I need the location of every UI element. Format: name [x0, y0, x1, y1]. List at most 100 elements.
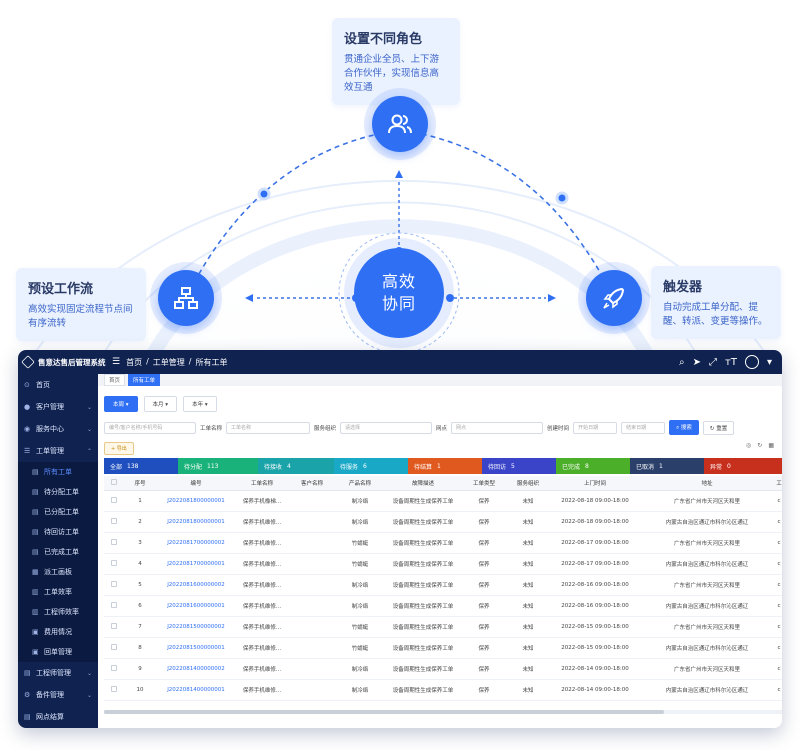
breadcrumb-ticket[interactable]: 工单管理	[153, 357, 185, 368]
row-checkbox[interactable]	[111, 664, 117, 671]
ticket-id-link[interactable]: J2022081400000001	[156, 679, 236, 701]
sidebar-item-customer[interactable]: ● 客户管理 ⌄	[18, 396, 98, 418]
select-all-checkbox[interactable]	[111, 478, 117, 485]
status-label: 已完成	[562, 463, 581, 471]
cost-icon: ▣	[32, 628, 39, 636]
table-row[interactable]: 9 J2022081400000002 保养手机维修... 制冷络 设备周期性生成保养工…	[104, 658, 782, 680]
search-icon[interactable]: ◎	[746, 442, 751, 449]
row-checkbox[interactable]	[111, 685, 117, 692]
scrollbar-thumb[interactable]	[104, 710, 664, 714]
row-checkbox[interactable]	[111, 517, 117, 524]
sidebar-item-parts[interactable]: ⚙ 备件管理 ⌄	[18, 684, 98, 706]
sidebar-item-cost[interactable]: ▣ 费用情况	[18, 622, 98, 642]
table-row[interactable]: 6 J2022081600000001 保养手机维修... 制冷络 设备周期性生成保养工…	[104, 595, 782, 617]
week-filter-button[interactable]: 本周 ▾	[104, 396, 138, 412]
row-checkbox-cell	[104, 637, 124, 659]
time-label: 创建时间	[547, 425, 570, 432]
keyword-input[interactable]: 编号/客户名称/手机号码	[104, 421, 196, 434]
sidebar-item-engineer[interactable]: ▤ 工程师管理 ⌄	[18, 662, 98, 684]
ticket-id-link[interactable]: J2022081400000002	[156, 658, 236, 680]
refresh-icon[interactable]: ↻	[757, 442, 762, 449]
chevron-down-icon[interactable]: ▾	[767, 357, 772, 368]
start-date-input[interactable]: 开始日期	[573, 421, 618, 434]
site-input[interactable]: 网点	[451, 421, 544, 434]
table-row[interactable]: 10 J2022081400000001 保养手机维修... 制冷络 设备周期性生成保养…	[104, 679, 782, 701]
status-segment[interactable]: 已完成 8	[556, 458, 630, 474]
fullscreen-icon[interactable]: ⤢	[709, 357, 717, 368]
table-cell: 未知	[506, 532, 550, 554]
row-checkbox[interactable]	[111, 559, 117, 566]
breadcrumb-home[interactable]: 首页	[126, 357, 142, 368]
row-checkbox[interactable]	[111, 643, 117, 650]
table-cell: 保养	[462, 637, 506, 659]
export-button[interactable]: + 导出	[104, 442, 134, 455]
avatar[interactable]	[744, 355, 759, 369]
table-row[interactable]: 5 J2022081600000002 保养手机维修... 制冷络 设备周期性生成保养工…	[104, 574, 782, 596]
row-checkbox[interactable]	[111, 496, 117, 503]
sidebar-item-revisit[interactable]: ▤ 待回访工单	[18, 522, 98, 542]
horizontal-scrollbar[interactable]	[104, 710, 782, 714]
font-size-icon[interactable]: ᴛT	[725, 357, 737, 368]
sidebar-item-done[interactable]: ▤ 已完成工单	[18, 542, 98, 562]
tab-home[interactable]: 首页	[104, 374, 126, 386]
tab-all-tickets[interactable]: 所有工单	[128, 374, 161, 386]
ticket-id-link[interactable]: J2022081800000001	[156, 490, 236, 512]
status-segment[interactable]: 全部 138	[104, 458, 178, 474]
year-filter-button[interactable]: 本年 ▾	[183, 396, 217, 412]
columns-icon[interactable]: ▦	[768, 442, 774, 449]
sidebar-item-unassigned[interactable]: ▤ 待分配工单	[18, 482, 98, 502]
table-cell: 内蒙古自治区通辽市科尔沁区通辽	[640, 511, 774, 533]
table-row[interactable]: 1 J2022081800000001 保养手机橡梯... 制冷络 设备周期性生成保养工…	[104, 490, 782, 512]
menu-toggle-icon[interactable]: ☰	[112, 357, 120, 367]
status-segment[interactable]: 异常 0	[704, 458, 782, 474]
search-icon[interactable]: ⌕	[679, 357, 685, 368]
sidebar-item-ticket[interactable]: ☰ 工单管理 ⌃	[18, 440, 98, 462]
sidebar-item-home[interactable]: ⊙ 首页	[18, 374, 98, 396]
ticket-id-link[interactable]: J2022081600000002	[156, 574, 236, 596]
name-label: 工单名称	[200, 425, 223, 432]
month-filter-button[interactable]: 本月 ▾	[143, 396, 178, 412]
ticket-id-link[interactable]: J2022081500000001	[156, 637, 236, 659]
send-icon[interactable]: ➤	[693, 357, 701, 368]
search-button[interactable]: ⌕ 搜索	[669, 420, 699, 435]
ticket-name-input[interactable]: 工单名称	[226, 421, 311, 434]
sidebar-item-dispatch-board[interactable]: ▦ 派工画板	[18, 562, 98, 582]
status-segment[interactable]: 待接收 4	[258, 458, 334, 474]
ticket-id-link[interactable]: J2022081800000001	[156, 511, 236, 533]
row-checkbox[interactable]	[111, 601, 117, 608]
table-row[interactable]: 4 J2022081700000001 保养手机维修... 竹蜻蜓 设备周期性生成保养工…	[104, 553, 782, 575]
export-label: 导出	[116, 446, 127, 452]
status-segment[interactable]: 待回访 5	[482, 458, 556, 474]
row-checkbox[interactable]	[111, 538, 117, 545]
ticket-id-link[interactable]: J2022081700000001	[156, 553, 236, 575]
status-segment[interactable]: 待服务 6	[334, 458, 408, 474]
table-row[interactable]: 8 J2022081500000001 保养手机维修... 竹蜻蜓 设备周期性生成保养工…	[104, 637, 782, 659]
status-segment[interactable]: 已取消 1	[630, 458, 704, 474]
sidebar-item-all-tickets[interactable]: ▤ 所有工单	[18, 462, 98, 482]
table-row[interactable]: 7 J2022081500000002 保养手机维修... 竹蜻蜓 设备周期性生成保养工…	[104, 616, 782, 638]
sidebar-label: 费用情况	[44, 628, 72, 636]
sidebar-item-assigned[interactable]: ▤ 已分配工单	[18, 502, 98, 522]
ticket-table: 序号 编号 工单名称 客户名称 产品名称 故障描述 工单类型 服务组织 上门时间 地址工 1 J20…	[104, 476, 782, 701]
ticket-id-link[interactable]: J2022081500000002	[156, 616, 236, 638]
end-date-input[interactable]: 结束日期	[621, 421, 666, 434]
org-select[interactable]: 请选择	[340, 421, 433, 434]
table-row[interactable]: 2 J2022081800000001 保养手机维修... 制冷络 设备周期性生成保养工…	[104, 511, 782, 533]
status-segment[interactable]: 待结算 1	[408, 458, 482, 474]
table-cell: 保养	[462, 553, 506, 575]
table-cell: 保养手机橡梯...	[236, 490, 288, 512]
sidebar-item-engineer-efficiency[interactable]: ▥ 工程师效率	[18, 602, 98, 622]
sidebar-item-settlement[interactable]: ▤ 网点结算	[18, 706, 98, 728]
ticket-id-link[interactable]: J2022081700000002	[156, 532, 236, 554]
sidebar-item-receipts[interactable]: ▣ 回单管理	[18, 642, 98, 662]
status-segment[interactable]: 待分配 113	[178, 458, 258, 474]
ticket-id-link[interactable]: J2022081600000001	[156, 595, 236, 617]
sidebar-item-ticket-efficiency[interactable]: ▥ 工单效率	[18, 582, 98, 602]
row-checkbox[interactable]	[111, 580, 117, 587]
table-row[interactable]: 3 J2022081700000002 保养手机维修... 竹蜻蜓 设备周期性生成保养工…	[104, 532, 782, 554]
list-icon: ▤	[32, 508, 39, 516]
reset-button[interactable]: ↻ 重置	[702, 420, 735, 435]
row-checkbox[interactable]	[111, 622, 117, 629]
sidebar-item-service[interactable]: ◉ 服务中心 ⌄	[18, 418, 98, 440]
chart-icon: ▥	[32, 608, 39, 616]
